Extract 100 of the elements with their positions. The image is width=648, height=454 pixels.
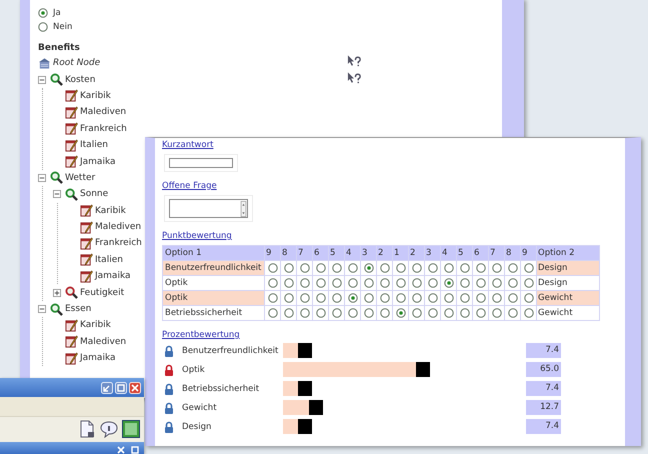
radio-label[interactable]: Ja <box>53 8 61 18</box>
radio-button[interactable] <box>332 308 342 318</box>
collapse-icon[interactable] <box>38 76 46 84</box>
radio-label[interactable]: Nein <box>53 22 72 32</box>
page-icon[interactable] <box>78 420 96 438</box>
radio-button[interactable] <box>364 308 374 318</box>
radio-button[interactable] <box>412 308 422 318</box>
radio-button[interactable] <box>508 278 518 288</box>
radio-button[interactable] <box>396 278 406 288</box>
radio-button[interactable] <box>460 308 470 318</box>
close-icon[interactable] <box>115 444 127 454</box>
radio-button[interactable] <box>396 293 406 303</box>
lock-icon[interactable] <box>164 420 174 432</box>
radio-button[interactable] <box>524 263 534 273</box>
radio-button[interactable] <box>300 263 310 273</box>
radio-button[interactable] <box>364 293 374 303</box>
radio-button[interactable] <box>380 278 390 288</box>
radio-button[interactable] <box>348 263 358 273</box>
radio-button[interactable] <box>380 293 390 303</box>
radio-button[interactable] <box>396 263 406 273</box>
question-link[interactable]: Kurzantwort <box>162 140 214 151</box>
radio-button[interactable] <box>444 293 454 303</box>
scroll-arrows-icon[interactable] <box>240 200 247 216</box>
radio-button[interactable] <box>460 278 470 288</box>
slider-thumb[interactable] <box>298 419 312 434</box>
radio-button-checked[interactable] <box>444 278 454 288</box>
radio-button[interactable] <box>444 308 454 318</box>
radio-button[interactable] <box>428 293 438 303</box>
radio-button[interactable] <box>38 22 48 32</box>
radio-button[interactable] <box>524 293 534 303</box>
tree-node[interactable]: Karibik <box>95 206 126 216</box>
tree-node[interactable]: Malediven <box>80 107 126 118</box>
radio-button[interactable] <box>476 308 486 318</box>
radio-button[interactable] <box>412 263 422 273</box>
radio-button[interactable] <box>316 293 326 303</box>
maximize-icon[interactable] <box>115 382 127 394</box>
radio-button[interactable] <box>412 278 422 288</box>
question-link[interactable]: Offene Frage <box>162 181 217 192</box>
radio-button[interactable] <box>508 263 518 273</box>
radio-button[interactable] <box>348 308 358 318</box>
slider-thumb[interactable] <box>298 343 312 358</box>
radio-button[interactable] <box>332 293 342 303</box>
tree-node[interactable]: Karibik <box>80 90 111 101</box>
tree-node[interactable]: Root Node <box>53 58 100 68</box>
radio-button[interactable] <box>460 263 470 273</box>
radio-button[interactable] <box>364 278 374 288</box>
tree-node[interactable]: Malediven <box>80 336 126 347</box>
collapse-icon[interactable] <box>53 190 61 198</box>
tree-node[interactable]: Wetter <box>65 172 96 183</box>
answer-field[interactable] <box>169 158 233 168</box>
radio-button[interactable] <box>428 263 438 273</box>
radio-button[interactable] <box>428 308 438 318</box>
radio-button[interactable] <box>332 278 342 288</box>
radio-button[interactable] <box>268 293 278 303</box>
radio-button-checked[interactable] <box>38 8 48 18</box>
slider-thumb[interactable] <box>298 381 312 396</box>
radio-button[interactable] <box>524 308 534 318</box>
radio-button[interactable] <box>300 278 310 288</box>
radio-button[interactable] <box>380 308 390 318</box>
radio-button[interactable] <box>316 278 326 288</box>
help-icon[interactable] <box>122 420 140 438</box>
radio-button[interactable] <box>268 278 278 288</box>
speech-bubble-icon[interactable] <box>100 420 118 438</box>
tree-node[interactable]: Jamaika <box>80 156 116 167</box>
tree-node[interactable]: Frankreich <box>95 238 142 248</box>
tree-node[interactable]: Essen <box>65 304 92 314</box>
radio-button[interactable] <box>268 308 278 318</box>
lock-icon[interactable] <box>164 344 174 356</box>
radio-button-checked[interactable] <box>348 293 358 303</box>
radio-button[interactable] <box>300 308 310 318</box>
radio-button[interactable] <box>316 308 326 318</box>
radio-button[interactable] <box>300 293 310 303</box>
radio-button[interactable] <box>268 263 278 273</box>
radio-button[interactable] <box>492 293 502 303</box>
radio-button[interactable] <box>412 293 422 303</box>
radio-button[interactable] <box>460 293 470 303</box>
lock-icon[interactable] <box>164 364 174 376</box>
close-icon[interactable] <box>129 382 141 394</box>
tree-node[interactable]: Karibik <box>80 320 111 330</box>
radio-button[interactable] <box>284 263 294 273</box>
radio-button[interactable] <box>476 263 486 273</box>
tree-node[interactable]: Jamaika <box>95 271 131 282</box>
radio-button[interactable] <box>524 278 534 288</box>
restore-icon[interactable] <box>101 382 113 394</box>
maximize-icon[interactable] <box>129 444 141 454</box>
radio-button[interactable] <box>476 293 486 303</box>
answer-box[interactable] <box>169 199 248 218</box>
collapse-icon[interactable] <box>38 174 46 182</box>
radio-button[interactable] <box>348 278 358 288</box>
section-link[interactable]: Punktbewertung <box>162 231 232 242</box>
radio-button[interactable] <box>492 308 502 318</box>
radio-button[interactable] <box>508 308 518 318</box>
radio-button-checked[interactable] <box>364 263 374 273</box>
slider-thumb[interactable] <box>416 362 430 377</box>
radio-button[interactable] <box>492 263 502 273</box>
radio-button[interactable] <box>476 278 486 288</box>
lock-icon[interactable] <box>164 382 174 394</box>
radio-button[interactable] <box>332 263 342 273</box>
radio-button[interactable] <box>428 278 438 288</box>
lock-icon[interactable] <box>164 402 174 414</box>
